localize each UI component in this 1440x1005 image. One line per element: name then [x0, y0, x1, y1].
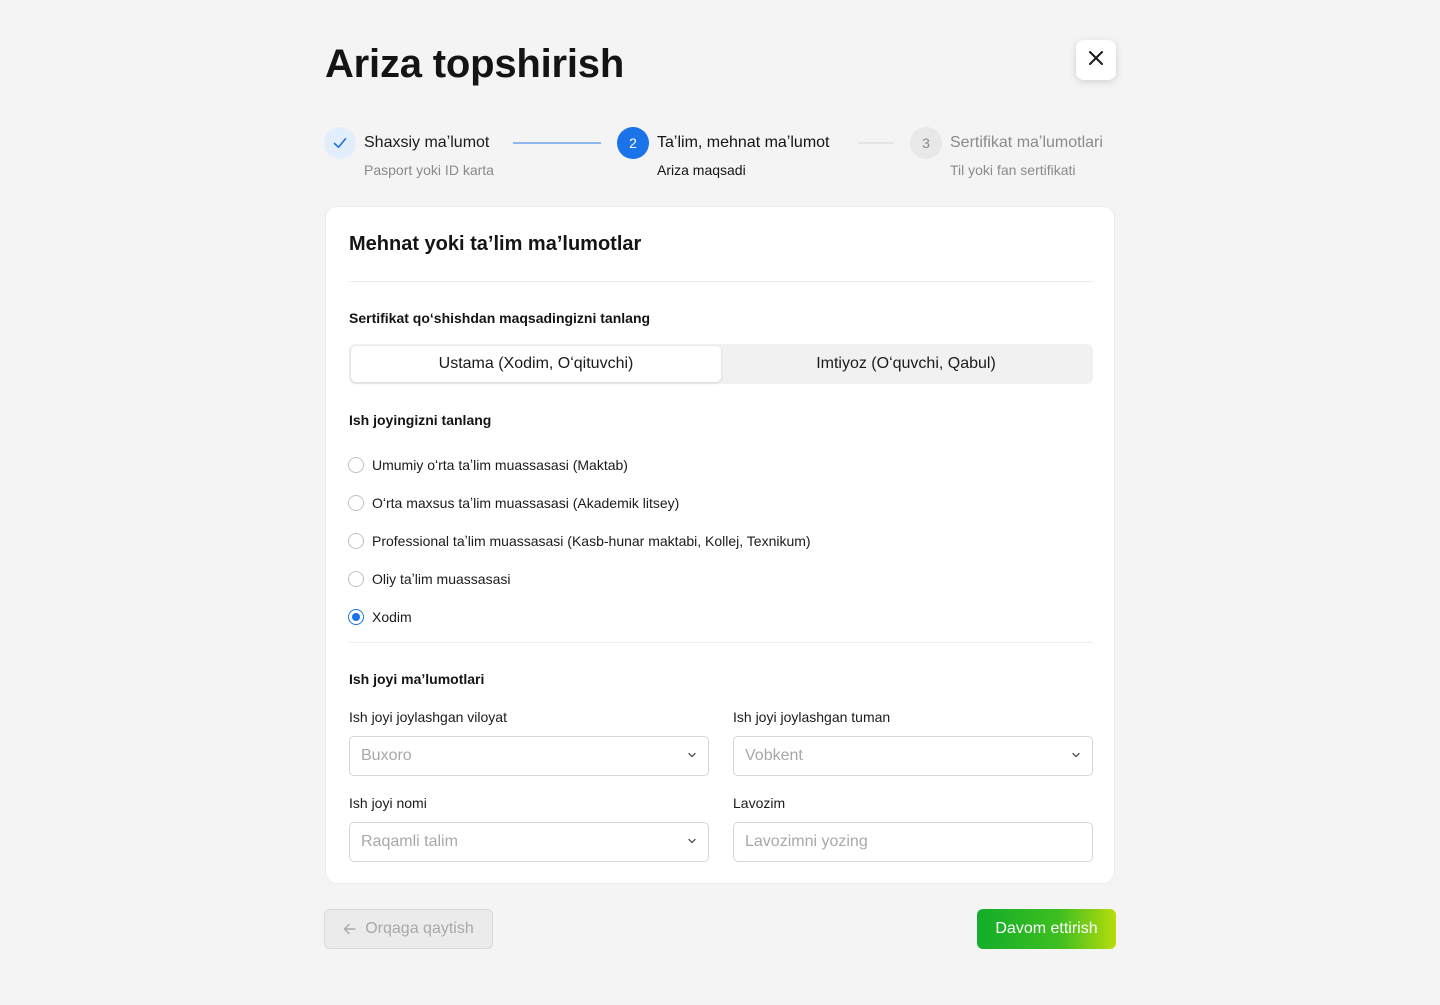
purpose-label: Sertifikat qoʻshishdan maqsadingizni tan…	[349, 310, 651, 326]
workplace-name-value: Raqamli talim	[361, 833, 458, 850]
step-personal-info[interactable]: Shaxsiy maʼlumot Pasport yoki ID karta	[324, 127, 494, 179]
workplace-name-select[interactable]: Raqamli talim	[349, 822, 709, 862]
radio-button[interactable]	[348, 495, 364, 511]
purpose-option-imtiyoz[interactable]: Imtiyoz (Oʻquvchi, Qabul)	[721, 346, 1091, 382]
radio-label: Oʻrta maxsus taʼlim muassasasi (Akademik…	[372, 495, 680, 511]
chevron-down-icon	[687, 747, 697, 765]
back-button[interactable]: Orqaga qaytish	[324, 909, 493, 949]
arrow-left-icon	[343, 923, 356, 935]
workplace-details-label: Ish joyi maʼlumotlari	[349, 671, 485, 687]
form-card: Mehnat yoki taʼlim maʼlumotlar Sertifika…	[325, 206, 1115, 884]
step-connector	[858, 142, 894, 144]
application-page: Ariza topshirish Shaxsiy maʼlumot Paspor…	[0, 0, 1440, 1005]
step-certificate-info[interactable]: 3 Sertifikat maʼlumotlari Til yoki fan s…	[910, 127, 1103, 179]
purpose-option-ustama[interactable]: Ustama (Xodim, Oʻqituvchi)	[351, 346, 721, 382]
step-title: Shaxsiy maʼlumot	[364, 134, 490, 151]
district-label: Ish joyi joylashgan tuman	[733, 709, 891, 725]
chevron-down-icon	[1071, 747, 1081, 765]
radio-button[interactable]	[348, 533, 364, 549]
region-value: Buxoro	[361, 747, 412, 764]
step-number: 3	[910, 127, 942, 159]
region-label: Ish joyi joylashgan viloyat	[349, 709, 507, 725]
radio-option-xodim[interactable]: Xodim	[348, 598, 811, 636]
step-connector	[513, 142, 601, 144]
radio-option-akademik-litsey[interactable]: Oʻrta maxsus taʼlim muassasasi (Akademik…	[348, 484, 811, 522]
page-title: Ariza topshirish	[325, 42, 625, 86]
radio-button[interactable]	[348, 571, 364, 587]
divider	[349, 642, 1093, 643]
workplace-type-radio-group: Umumiy oʻrta taʼlim muassasasi (Maktab) …	[348, 446, 811, 636]
radio-label: Umumiy oʻrta taʼlim muassasasi (Maktab)	[372, 457, 628, 473]
purpose-segmented-control: Ustama (Xodim, Oʻqituvchi) Imtiyoz (Oʻqu…	[349, 344, 1093, 384]
workplace-type-label: Ish joyingizni tanlang	[349, 412, 492, 428]
divider	[349, 281, 1093, 282]
check-icon	[324, 127, 356, 159]
continue-button[interactable]: Davom ettirish	[977, 909, 1116, 949]
step-subtitle: Til yoki fan sertifikati	[950, 162, 1076, 178]
radio-label: Oliy taʼlim muassasasi	[372, 571, 511, 587]
back-button-label: Orqaga qaytish	[365, 920, 474, 937]
radio-option-professional[interactable]: Professional taʼlim muassasasi (Kasb-hun…	[348, 522, 811, 560]
step-title: Taʼlim, mehnat maʼlumot	[657, 134, 830, 151]
radio-option-oliy[interactable]: Oliy taʼlim muassasasi	[348, 560, 811, 598]
radio-button-selected[interactable]	[348, 609, 364, 625]
position-input[interactable]	[745, 833, 1081, 851]
radio-button[interactable]	[348, 457, 364, 473]
step-education-work[interactable]: 2 Taʼlim, mehnat maʼlumot Ariza maqsadi	[617, 127, 830, 179]
radio-label: Xodim	[372, 609, 412, 625]
position-field	[733, 822, 1093, 862]
close-button[interactable]	[1076, 40, 1116, 80]
chevron-down-icon	[687, 833, 697, 851]
workplace-name-label: Ish joyi nomi	[349, 795, 427, 811]
district-value: Vobkent	[745, 747, 803, 764]
radio-option-maktab[interactable]: Umumiy oʻrta taʼlim muassasasi (Maktab)	[348, 446, 811, 484]
radio-label: Professional taʼlim muassasasi (Kasb-hun…	[372, 533, 811, 549]
close-icon	[1088, 50, 1104, 71]
step-title: Sertifikat maʼlumotlari	[950, 134, 1103, 151]
continue-button-label: Davom ettirish	[995, 920, 1098, 937]
step-subtitle: Pasport yoki ID karta	[364, 162, 494, 178]
region-select[interactable]: Buxoro	[349, 736, 709, 776]
card-title: Mehnat yoki taʼlim maʼlumotlar	[349, 233, 642, 255]
step-number: 2	[617, 127, 649, 159]
step-subtitle: Ariza maqsadi	[657, 162, 746, 178]
position-label: Lavozim	[733, 795, 786, 811]
district-select[interactable]: Vobkent	[733, 736, 1093, 776]
